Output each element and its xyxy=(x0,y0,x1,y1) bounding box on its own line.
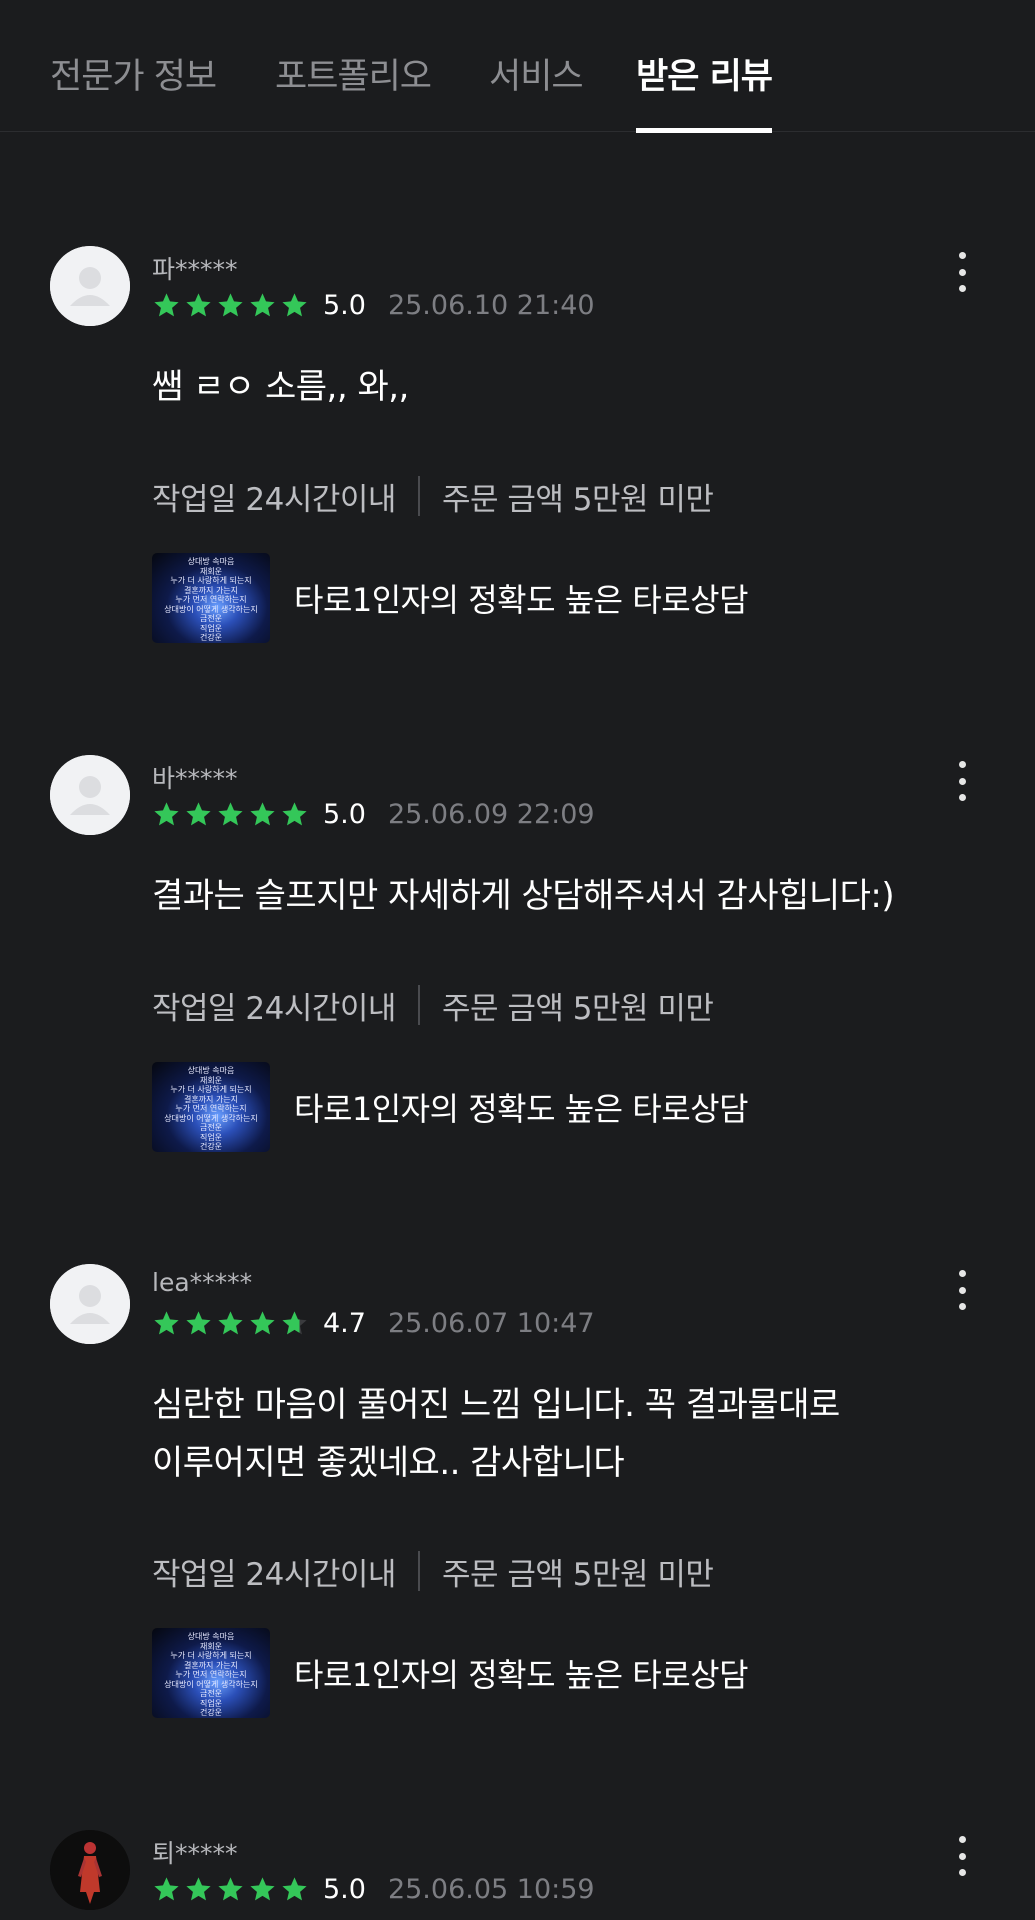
service-thumbnail: 상대방 속마음 재회운 누가 더 사랑하게 되는지 결혼까지 가는지 누가 먼저 연락하… xyxy=(152,1062,270,1152)
review-content: 심란한 마음이 풀어진 느낌 입니다. 꼭 결과물대로 이루어지면 좋겠네요..… xyxy=(152,1385,840,1483)
default-avatar-icon xyxy=(50,1264,130,1344)
star-icon xyxy=(218,801,243,825)
divider xyxy=(417,476,420,516)
review-date: 25.06.09 22:09 xyxy=(387,798,595,830)
rating-row: 4.7 25.06.07 10:47 xyxy=(152,1306,595,1340)
star-rating xyxy=(152,291,309,320)
person-photo-icon xyxy=(50,1830,130,1910)
tab-services[interactable]: 서비스 xyxy=(489,48,584,132)
avatar[interactable] xyxy=(50,246,130,326)
star-icon xyxy=(186,1876,211,1900)
service-thumbnail: 상대방 속마음 재회운 누가 더 사랑하게 되는지 결혼까지 가는지 누가 먼저 연락하… xyxy=(152,1628,270,1718)
default-avatar-icon xyxy=(50,755,130,835)
more-options-icon[interactable] xyxy=(950,252,974,292)
order-amount: 주문 금액 5만원 미만 xyxy=(441,990,714,1027)
rating-row: 5.0 25.06.09 22:09 xyxy=(152,797,595,831)
reviewer-name: 퇴***** xyxy=(152,1839,238,1868)
star-icon xyxy=(154,1876,179,1900)
star-icon xyxy=(250,801,275,825)
order-amount: 주문 금액 5만원 미만 xyxy=(441,1556,714,1593)
rating-score: 5.0 xyxy=(323,1873,366,1905)
work-period: 작업일 24시간이내 xyxy=(152,990,396,1027)
work-period: 작업일 24시간이내 xyxy=(152,481,396,518)
star-icon xyxy=(218,1310,243,1334)
star-rating xyxy=(152,800,309,829)
avatar[interactable] xyxy=(50,755,130,835)
star-icon xyxy=(186,1310,211,1334)
service-title: 타로1인자의 정확도 높은 타로상담 xyxy=(294,1090,749,1128)
star-icon xyxy=(250,292,275,316)
more-options-icon[interactable] xyxy=(950,761,974,801)
star-icon xyxy=(250,1310,275,1334)
reviewer-name: lea***** xyxy=(152,1268,253,1297)
rating-score: 5.0 xyxy=(323,798,366,830)
more-options-icon[interactable] xyxy=(950,1836,974,1876)
star-icon xyxy=(250,1876,275,1900)
star-icon xyxy=(154,801,179,825)
order-meta: 작업일 24시간이내 주문 금액 5만원 미만 xyxy=(152,476,714,518)
service-link[interactable]: 상대방 속마음 재회운 누가 더 사랑하게 되는지 결혼까지 가는지 누가 먼저 연락하… xyxy=(152,553,749,643)
work-period: 작업일 24시간이내 xyxy=(152,1556,396,1593)
tab-bar: 전문가 정보 포트폴리오 서비스 받은 리뷰 xyxy=(0,0,1035,133)
review-date: 25.06.05 10:59 xyxy=(387,1873,595,1905)
star-icon xyxy=(282,1310,307,1334)
star-rating xyxy=(152,1309,309,1338)
review-date: 25.06.07 10:47 xyxy=(387,1307,595,1339)
review-date: 25.06.10 21:40 xyxy=(387,289,595,321)
star-icon xyxy=(282,801,307,825)
thumbnail-text-line: 건강운 xyxy=(199,1142,223,1151)
order-meta: 작업일 24시간이내 주문 금액 5만원 미만 xyxy=(152,985,714,1027)
service-title: 타로1인자의 정확도 높은 타로상담 xyxy=(294,1656,749,1694)
rating-row: 5.0 25.06.10 21:40 xyxy=(152,288,595,322)
more-options-icon[interactable] xyxy=(950,1270,974,1310)
tab-expert-info[interactable]: 전문가 정보 xyxy=(50,48,217,132)
star-icon xyxy=(218,292,243,316)
service-thumbnail: 상대방 속마음 재회운 누가 더 사랑하게 되는지 결혼까지 가는지 누가 먼저 연락하… xyxy=(152,553,270,643)
thumbnail-text-line: 건강운 xyxy=(199,633,223,642)
star-icon xyxy=(154,1310,179,1334)
tab-portfolio[interactable]: 포트폴리오 xyxy=(275,48,432,132)
service-link[interactable]: 상대방 속마음 재회운 누가 더 사랑하게 되는지 결혼까지 가는지 누가 먼저 연락하… xyxy=(152,1062,749,1152)
star-icon xyxy=(186,292,211,316)
review-content: 쌤 ㄹㅇ 소름,, 와,, xyxy=(152,367,409,407)
star-icon xyxy=(154,292,179,316)
service-link[interactable]: 상대방 속마음 재회운 누가 더 사랑하게 되는지 결혼까지 가는지 누가 먼저 연락하… xyxy=(152,1628,749,1718)
reviewer-name: 파***** xyxy=(152,255,238,284)
tab-received-reviews[interactable]: 받은 리뷰 xyxy=(636,48,773,133)
star-icon xyxy=(186,801,211,825)
avatar[interactable] xyxy=(50,1830,130,1910)
thumbnail-text-line: 건강운 xyxy=(199,1708,223,1717)
avatar[interactable] xyxy=(50,1264,130,1344)
review-content: 결과는 슬프지만 자세하게 상담해주셔서 감사힙니다:) xyxy=(152,876,895,916)
rating-score: 4.7 xyxy=(323,1307,366,1339)
star-icon xyxy=(282,292,307,316)
star-icon xyxy=(282,1876,307,1900)
divider xyxy=(417,1551,420,1591)
default-avatar-icon xyxy=(50,246,130,326)
star-icon xyxy=(218,1876,243,1900)
rating-score: 5.0 xyxy=(323,289,366,321)
order-meta: 작업일 24시간이내 주문 금액 5만원 미만 xyxy=(152,1551,714,1593)
divider xyxy=(417,985,420,1025)
star-rating xyxy=(152,1875,309,1904)
reviewer-name: 바***** xyxy=(152,764,238,793)
rating-row: 5.0 25.06.05 10:59 xyxy=(152,1872,595,1906)
order-amount: 주문 금액 5만원 미만 xyxy=(441,481,714,518)
service-title: 타로1인자의 정확도 높은 타로상담 xyxy=(294,581,749,619)
